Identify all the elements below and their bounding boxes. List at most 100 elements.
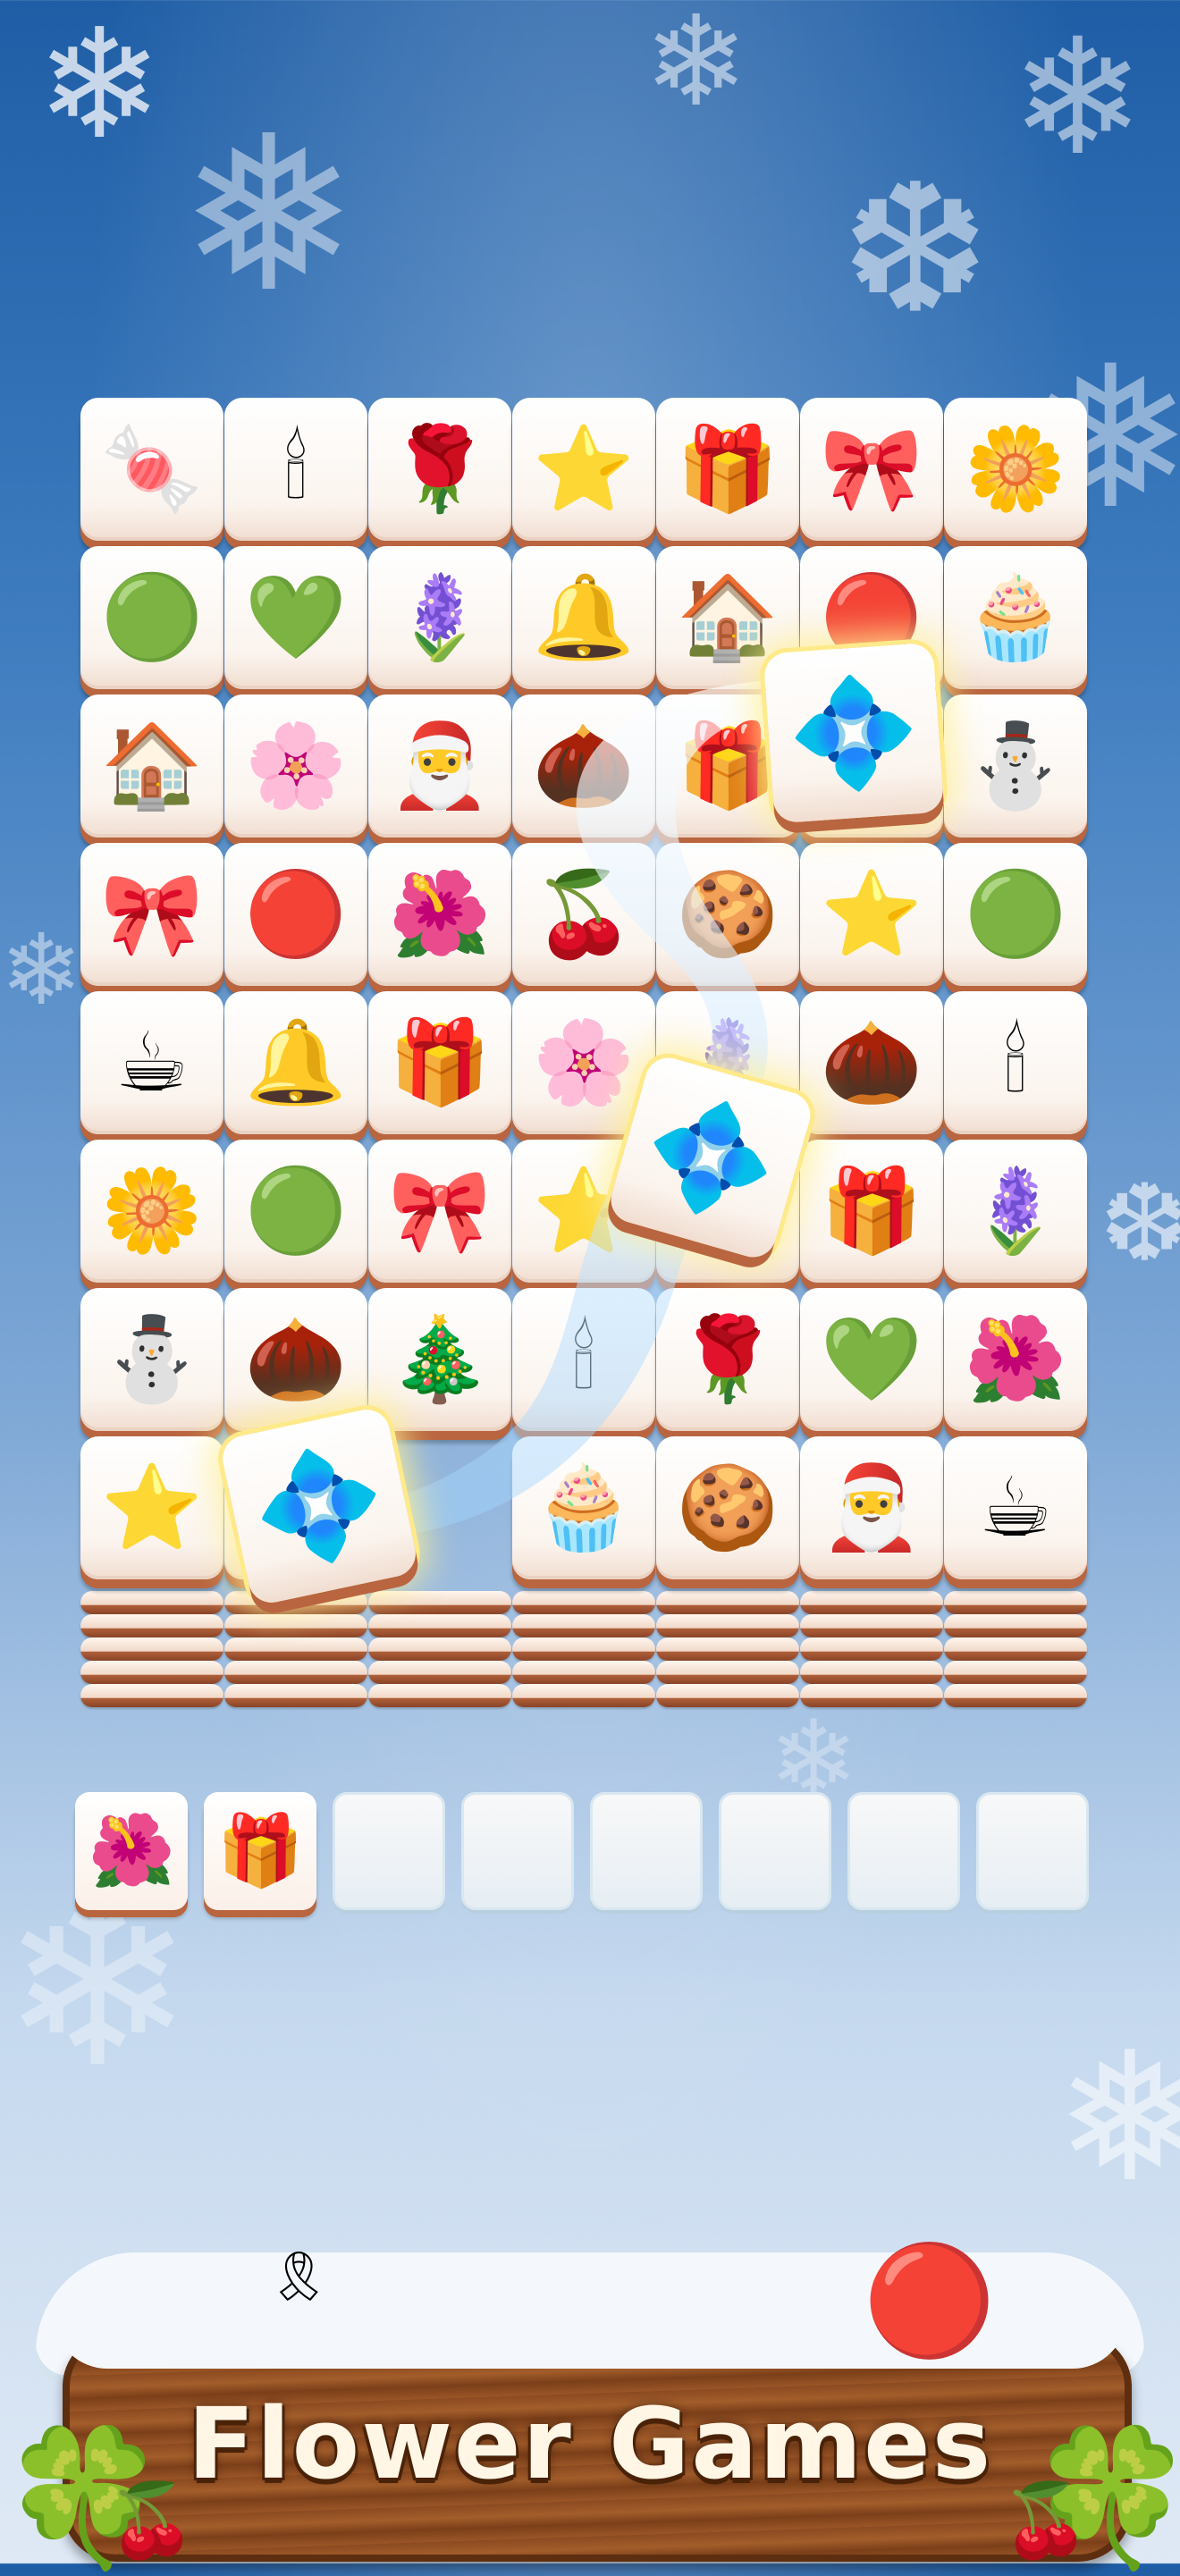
gift-box-icon: 🎁 bbox=[216, 1811, 304, 1891]
collection-tray: 🌺 🎁 bbox=[75, 1792, 1105, 1926]
board-tile-christmas-tree[interactable]: 🎄 bbox=[368, 1288, 511, 1431]
stacked-tile-layer bbox=[944, 1591, 1087, 1614]
stacked-tile-layer bbox=[800, 1637, 943, 1661]
board-tile-snowman[interactable]: ⛄ bbox=[944, 695, 1087, 838]
pink-poinsettia-icon: 🌺 bbox=[88, 1811, 175, 1891]
santa-icon: 🎅 bbox=[388, 718, 492, 813]
board-tile-gold-star[interactable]: ⭐ bbox=[80, 1436, 223, 1579]
board-tile-candy-cane[interactable]: 🍬 bbox=[80, 398, 223, 541]
board-tile-cupcake[interactable]: 🧁 bbox=[512, 1436, 655, 1579]
board-tile-red-bow[interactable]: 🎀 bbox=[368, 1140, 511, 1283]
candy-cane-icon: 🍬 bbox=[100, 421, 204, 517]
stacked-tile-layer bbox=[944, 1637, 1087, 1661]
board-tile-snowman[interactable]: ⛄ bbox=[80, 1288, 223, 1431]
board-tile-wreath[interactable]: 💚 bbox=[800, 1288, 943, 1431]
board-tile-striped-ornament[interactable]: 🔴 bbox=[224, 843, 367, 986]
board-tile-pinecone[interactable]: 🌰 bbox=[224, 1288, 367, 1431]
pinecone-icon: 🌰 bbox=[244, 1311, 348, 1407]
board-tile-pinecone[interactable]: 🌰 bbox=[512, 695, 655, 838]
gingerbread-man-icon: 🍪 bbox=[676, 866, 780, 962]
board-tile-gold-star[interactable]: ⭐ bbox=[512, 398, 655, 541]
stacked-tile-layer bbox=[80, 1684, 223, 1707]
board-tile-candle[interactable]: 🕯 bbox=[944, 991, 1087, 1134]
board-tile-gold-star[interactable]: ⭐ bbox=[800, 843, 943, 986]
tray-slot-gift-box[interactable]: 🎁 bbox=[204, 1792, 316, 1910]
tray-slot-empty bbox=[590, 1792, 703, 1910]
stacked-tile-layer bbox=[800, 1614, 943, 1637]
stacked-tile-layer bbox=[512, 1637, 655, 1661]
snowflake-decoration: ❆ bbox=[1100, 1162, 1180, 1286]
tray-slot-pink-poinsettia[interactable]: 🌺 bbox=[75, 1792, 188, 1910]
board-tile-gingerbread-man[interactable]: 🍪 bbox=[656, 1436, 799, 1579]
hellebore-flower-icon: 🌸 bbox=[532, 1014, 636, 1110]
board-tile-hellebore-flower[interactable]: 🌸 bbox=[512, 991, 655, 1134]
board-tile-candle[interactable]: 🕯 bbox=[224, 398, 367, 541]
stacked-tile-layer bbox=[368, 1684, 511, 1707]
santa-icon: 🎅 bbox=[820, 1460, 923, 1555]
board-tile-hot-cocoa[interactable]: ☕ bbox=[80, 991, 223, 1134]
snowman-icon: ⛄ bbox=[100, 1311, 204, 1407]
blue-poinsettia-icon: 💠 bbox=[630, 1080, 791, 1235]
board-tile-purple-flowers[interactable]: 🪻 bbox=[368, 546, 511, 689]
stacked-tile-layer bbox=[80, 1614, 223, 1637]
board-tile-pink-poinsettia[interactable]: 🌺 bbox=[944, 1288, 1087, 1431]
board-tile-bell[interactable]: 🔔 bbox=[512, 546, 655, 689]
board-tile-purple-flowers[interactable]: 🪻 bbox=[944, 1140, 1087, 1283]
stacked-tile-layer bbox=[512, 1614, 655, 1637]
tray-slot-empty bbox=[719, 1792, 831, 1910]
board-tile-red-bow[interactable]: 🎀 bbox=[80, 843, 223, 986]
title-banner: Flower Games 🔴 🎗 🍀 🍀 🍒 🍒 bbox=[0, 2248, 1180, 2566]
stacked-tile-layer bbox=[512, 1661, 655, 1684]
gold-star-icon: ⭐ bbox=[820, 866, 923, 962]
snowflake-decoration: ❄ bbox=[36, 0, 164, 173]
snowflake-decoration: ❅ bbox=[1055, 2014, 1180, 2222]
board-tile-green-ornament[interactable]: 🟢 bbox=[224, 1140, 367, 1283]
christmas-ornament-icon: 🔴 bbox=[863, 2239, 997, 2363]
gold-star-icon: ⭐ bbox=[532, 421, 636, 517]
tray-slot-empty bbox=[847, 1792, 960, 1910]
stacked-tile-layer bbox=[656, 1684, 799, 1707]
bell-icon: 🔔 bbox=[532, 569, 636, 665]
board-tile-gingerbread-man[interactable]: 🍪 bbox=[656, 843, 799, 986]
stacked-tile-layer bbox=[224, 1661, 367, 1684]
red-camellia-icon: 🌹 bbox=[388, 421, 492, 517]
stacked-tile-layer bbox=[944, 1661, 1087, 1684]
board-tile-candle[interactable]: 🕯 bbox=[512, 1288, 655, 1431]
stacked-tile-layer bbox=[224, 1614, 367, 1637]
selected-tile-blue-poinsettia[interactable]: 💠 bbox=[218, 1405, 420, 1607]
board-tile-bell[interactable]: 🔔 bbox=[224, 991, 367, 1134]
snowflake-decoration: ❆ bbox=[840, 146, 990, 354]
board-tile-pink-poinsettia[interactable]: 🌺 bbox=[368, 843, 511, 986]
red-bow-icon: 🎀 bbox=[820, 421, 923, 517]
stacked-tile-layer bbox=[800, 1591, 943, 1614]
board-tile-red-camellia[interactable]: 🌹 bbox=[368, 398, 511, 541]
stacked-tile-layer bbox=[800, 1661, 943, 1684]
board-tile-red-camellia[interactable]: 🌹 bbox=[656, 1288, 799, 1431]
gift-box-icon: 🎁 bbox=[820, 1163, 923, 1259]
board-tile-green-ornament[interactable]: 🟢 bbox=[944, 843, 1087, 986]
board-tile-green-ornament[interactable]: 🟢 bbox=[80, 546, 223, 689]
board-tile-santa[interactable]: 🎅 bbox=[800, 1436, 943, 1579]
candle-icon: 🕯 bbox=[283, 421, 308, 517]
board-tile-snow-globe[interactable]: 🏠 bbox=[80, 695, 223, 838]
board-tile-gift-box[interactable]: 🎁 bbox=[368, 991, 511, 1134]
board-tile-red-berries[interactable]: 🍒 bbox=[512, 843, 655, 986]
board-tile-white-flower[interactable]: 🌼 bbox=[944, 398, 1087, 541]
board-tile-wreath[interactable]: 💚 bbox=[224, 546, 367, 689]
snowflake-decoration: ❄ bbox=[1010, 4, 1145, 191]
board-tile-white-flower[interactable]: 🌼 bbox=[80, 1140, 223, 1283]
board-tile-hellebore-flower[interactable]: 🌸 bbox=[224, 695, 367, 838]
board-tile-pinecone[interactable]: 🌰 bbox=[800, 991, 943, 1134]
board-tile-gift-box[interactable]: 🎁 bbox=[800, 1140, 943, 1283]
cupcake-icon: 🧁 bbox=[532, 1460, 636, 1555]
board-tile-hot-cocoa[interactable]: ☕ bbox=[944, 1436, 1087, 1579]
board-tile-gift-box[interactable]: 🎁 bbox=[656, 398, 799, 541]
stacked-tile-layer bbox=[656, 1591, 799, 1614]
striped-ornament-icon: 🔴 bbox=[244, 866, 348, 962]
board-tile-red-bow[interactable]: 🎀 bbox=[800, 398, 943, 541]
board-tile-santa[interactable]: 🎅 bbox=[368, 695, 511, 838]
stacked-tile-layer bbox=[656, 1637, 799, 1661]
board-tile-cupcake[interactable]: 🧁 bbox=[944, 546, 1087, 689]
selected-tile-blue-poinsettia[interactable]: 💠 bbox=[763, 642, 945, 824]
tray-slot-empty bbox=[461, 1792, 574, 1910]
